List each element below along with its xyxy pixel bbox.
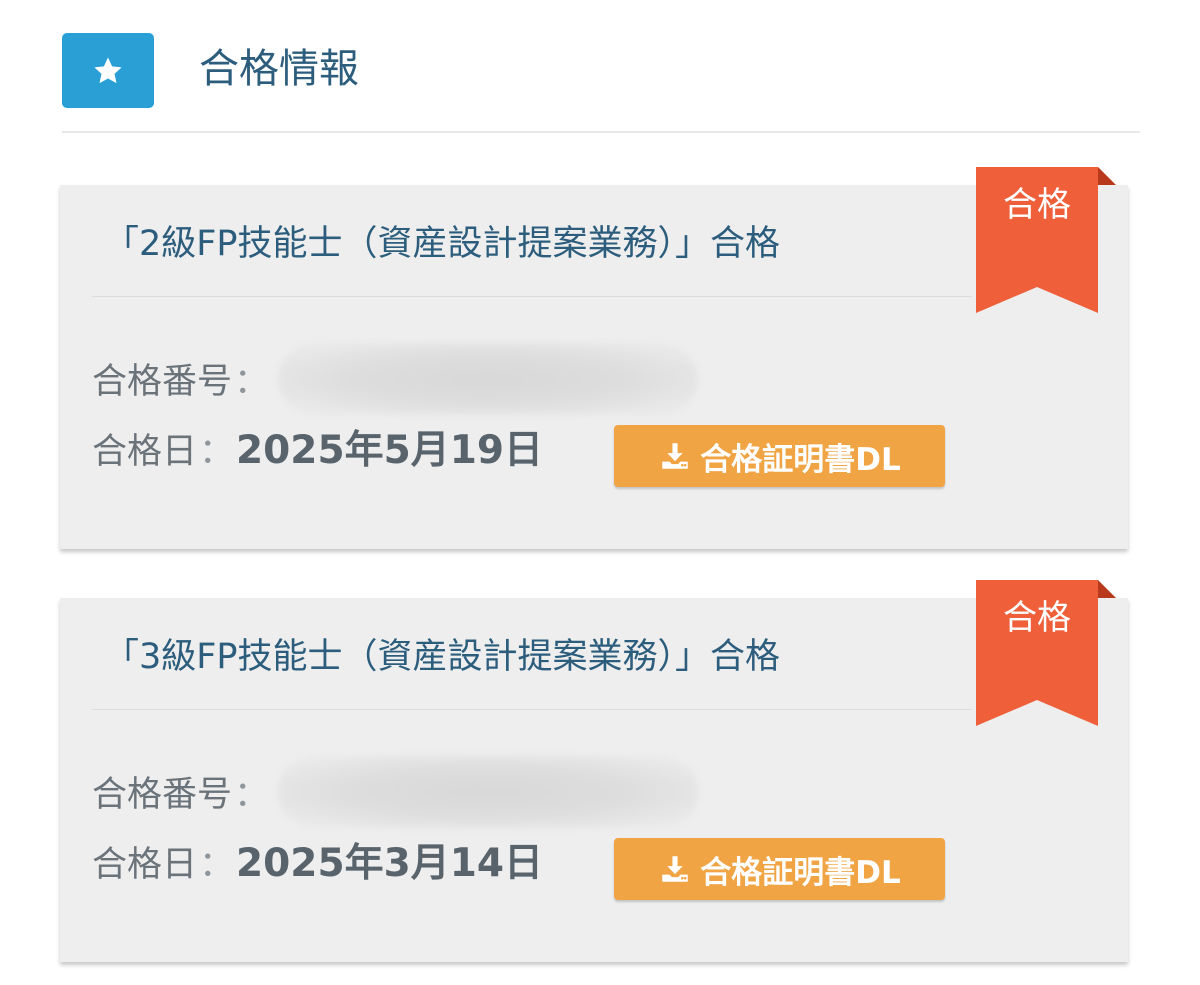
pass-date-row: 合格日：2025年5月19日 — [92, 426, 543, 477]
star-icon — [62, 33, 154, 108]
pass-ribbon-badge: 合格 — [976, 167, 1116, 313]
download-icon — [658, 852, 692, 886]
certificate-card: 「2級FP技能士（資産設計提案業務）」合格 合格番号： 合格日：2025年5月1… — [60, 167, 1128, 549]
download-button-label: 合格証明書DL — [700, 441, 901, 478]
download-icon — [658, 439, 692, 473]
page-title: 合格情報 — [199, 46, 359, 92]
certificate-title: 「2級FP技能士（資産設計提案業務）」合格 — [104, 224, 781, 264]
pass-date-label: 合格日 — [92, 845, 198, 885]
card-divider — [92, 296, 972, 297]
redacted-pass-number — [278, 756, 698, 828]
pass-date-separator: ： — [199, 845, 235, 885]
redacted-pass-number — [278, 343, 698, 415]
pass-number-label: 合格番号 — [92, 775, 233, 815]
pass-number-separator: ： — [234, 775, 270, 815]
certificate-download-button[interactable]: 合格証明書DL — [614, 838, 945, 900]
pass-date-value: 2025年5月19日 — [236, 428, 543, 473]
pass-number-label: 合格番号 — [92, 362, 233, 402]
pass-number-row: 合格番号： — [92, 772, 271, 818]
header-divider — [62, 131, 1140, 133]
pass-badge-label: 合格 — [1003, 598, 1071, 638]
certificate-card: 「3級FP技能士（資産設計提案業務）」合格 合格番号： 合格日：2025年3月1… — [60, 580, 1128, 962]
pass-info-page: 合格情報 「2級FP技能士（資産設計提案業務）」合格 合格番号： 合格日：202… — [0, 0, 1200, 985]
pass-number-separator: ： — [234, 362, 270, 402]
pass-ribbon-badge: 合格 — [976, 580, 1116, 726]
pass-badge-label: 合格 — [1003, 185, 1071, 225]
certificate-download-button[interactable]: 合格証明書DL — [614, 425, 945, 487]
certificate-title: 「3級FP技能士（資産設計提案業務）」合格 — [104, 637, 781, 677]
section-header: 合格情報 — [62, 33, 1140, 133]
pass-date-value: 2025年3月14日 — [236, 841, 543, 886]
card-divider — [92, 709, 972, 710]
pass-date-label: 合格日 — [92, 432, 198, 472]
download-button-label: 合格証明書DL — [700, 854, 901, 891]
pass-date-separator: ： — [199, 432, 235, 472]
pass-date-row: 合格日：2025年3月14日 — [92, 839, 543, 890]
pass-number-row: 合格番号： — [92, 359, 271, 405]
